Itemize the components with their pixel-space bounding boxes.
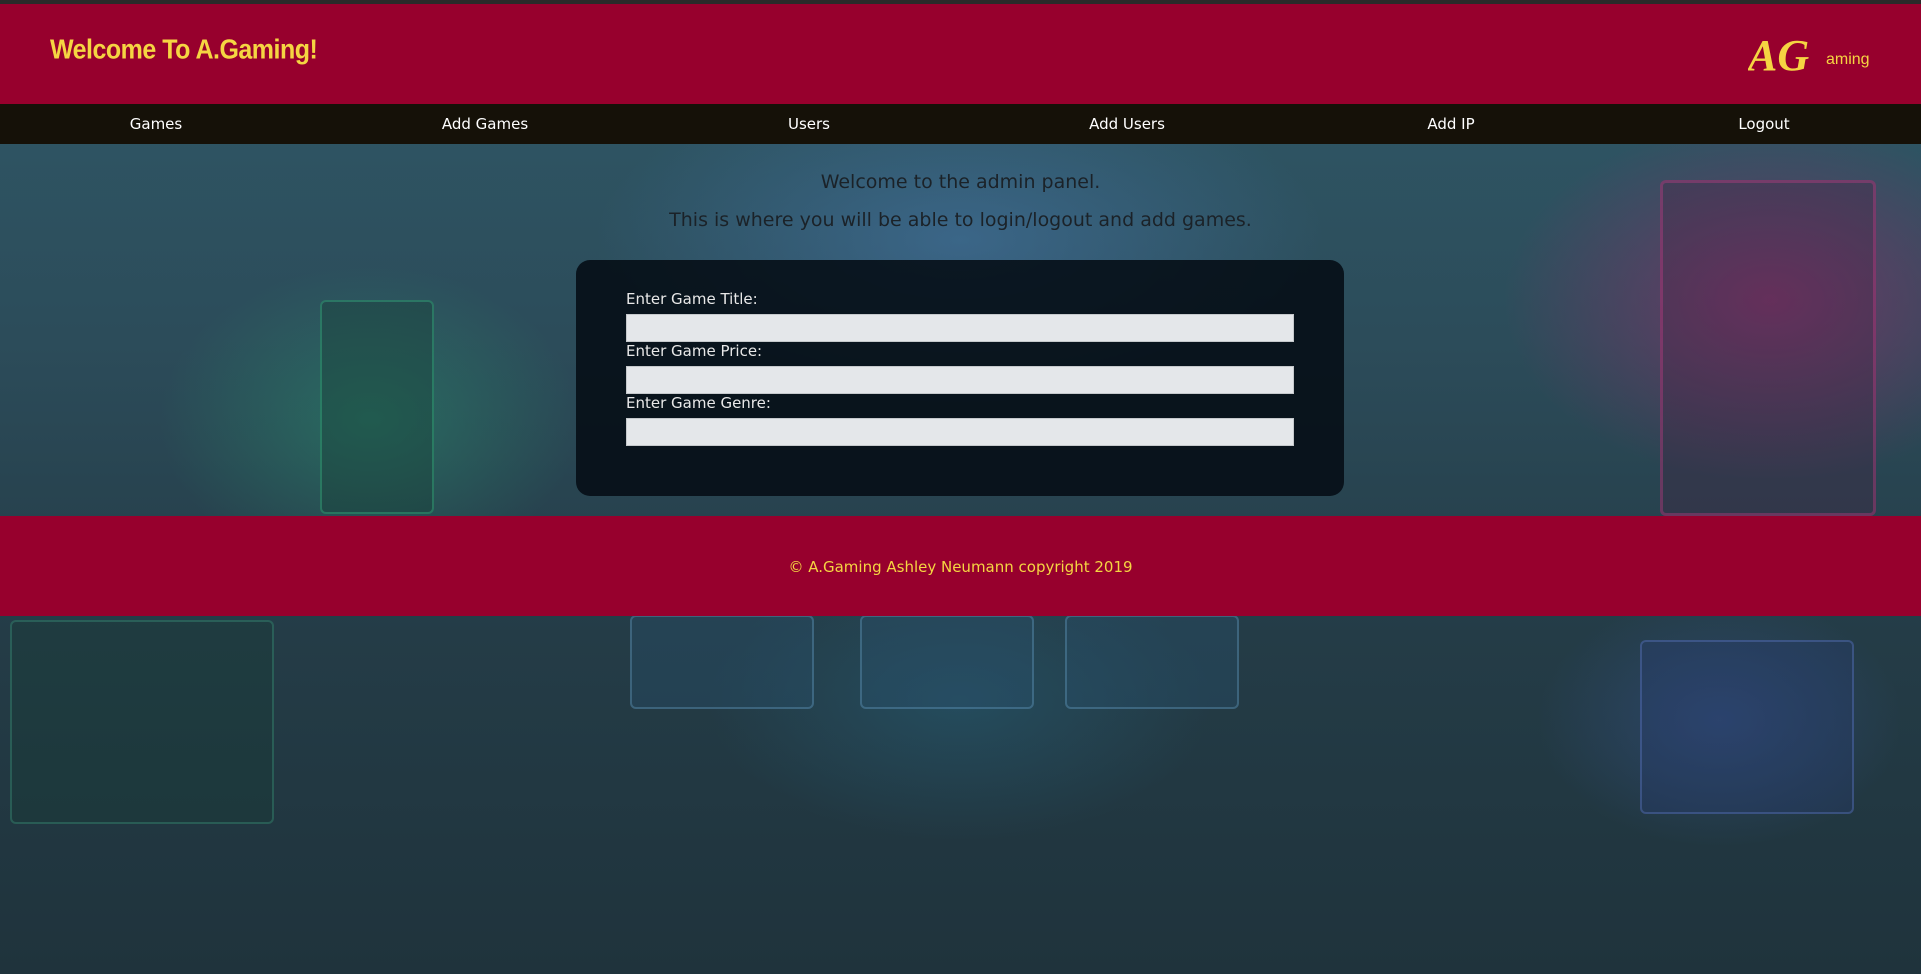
nav-users[interactable]: Users [788,104,830,144]
agaming-logo[interactable]: AG aming [1748,28,1872,78]
site-footer: © A.Gaming Ashley Neumann copyright 2019 [0,516,1921,616]
logo-small-letters: aming [1826,51,1870,68]
nav-add-games[interactable]: Add Games [442,104,528,144]
site-title: Welcome To A.Gaming! [50,34,318,66]
nav-add-users[interactable]: Add Users [1089,104,1165,144]
nav-logout[interactable]: Logout [1738,104,1789,144]
game-price-input[interactable] [626,366,1294,394]
logo-big-letters: AG [1748,31,1809,78]
game-title-input[interactable] [626,314,1294,342]
nav-add-ip[interactable]: Add IP [1427,104,1474,144]
game-genre-label: Enter Game Genre: [626,394,771,412]
arcade-machine-bottom-left [10,620,274,824]
main-nav: Games Add Games Users Add Users Add IP L… [0,104,1921,144]
add-game-form: Enter Game Title: Enter Game Price: Ente… [576,260,1344,496]
arcade-machine-bottom-3 [1065,615,1239,709]
welcome-heading: Welcome to the admin panel. [820,171,1101,193]
arcade-machine-bottom-2 [860,615,1034,709]
arcade-machine-bottom-1 [630,615,814,709]
nav-games[interactable]: Games [130,104,182,144]
welcome-description: This is where you will be able to login/… [669,209,1252,231]
arcade-machine-bottom-right [1640,640,1854,814]
game-genre-input[interactable] [626,418,1294,446]
site-header: Welcome To A.Gaming! AG aming [0,4,1921,104]
copyright-text: © A.Gaming Ashley Neumann copyright 2019 [788,558,1133,576]
game-title-label: Enter Game Title: [626,290,758,308]
game-price-label: Enter Game Price: [626,342,763,360]
arcade-machine-left [320,300,434,514]
